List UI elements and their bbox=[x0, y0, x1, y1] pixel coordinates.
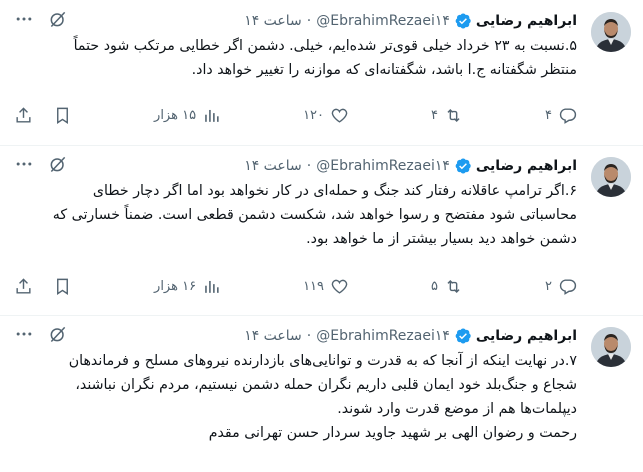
avatar[interactable] bbox=[591, 327, 631, 367]
tweet-feed: ابراهیم رضایی @EbrahimRezaei۱۴ · ساعت ۱۴ bbox=[0, 0, 643, 472]
author-handle[interactable]: @EbrahimRezaei۱۴ bbox=[316, 158, 450, 174]
more-icon[interactable] bbox=[14, 324, 34, 348]
tweet-text-line: محاسباتی شود مفتضح و رسوا خواهد شد، شکست… bbox=[52, 207, 577, 223]
avatar[interactable] bbox=[591, 12, 631, 52]
like-count: ۱۱۹ bbox=[303, 279, 325, 294]
tweet-text-line: دیپلمات‌ها هم از موضع قدرت وارد شوند. bbox=[337, 401, 577, 417]
avatar-image bbox=[591, 12, 631, 52]
repost-count: ۵ bbox=[431, 279, 439, 294]
timestamp[interactable]: ساعت ۱۴ bbox=[244, 158, 302, 174]
tweet-text-line: شجاع و جنگ‌بلد خود ایمان قلبی داریم نگرا… bbox=[75, 377, 577, 393]
reply-button[interactable]: ۲ bbox=[545, 277, 577, 296]
separator-dot: · bbox=[306, 158, 312, 174]
verified-badge-icon bbox=[454, 12, 472, 30]
share-icon[interactable] bbox=[14, 106, 33, 125]
grok-icon[interactable] bbox=[48, 154, 68, 178]
separator-dot: · bbox=[306, 13, 312, 29]
tweet-text: ۶.اگر ترامپ عاقلانه رفتار کند جنگ و حمله… bbox=[14, 179, 577, 251]
tweet-text: ۵.نسبت به ۲۳ خرداد خیلی قوی‌تر شده‌ایم، … bbox=[14, 34, 577, 82]
more-icon[interactable] bbox=[14, 154, 34, 178]
tweet-text-line: منتظر شگفتانه ج.ا باشد، شگفتانه‌ای که مو… bbox=[191, 62, 577, 78]
tweet-text-line: ۵.نسبت به ۲۳ خرداد خیلی قوی‌تر شده‌ایم، … bbox=[73, 38, 577, 54]
like-icon bbox=[331, 279, 348, 294]
grok-icon[interactable] bbox=[48, 9, 68, 33]
tweet-header: ابراهیم رضایی @EbrahimRezaei۱۴ · ساعت ۱۴ bbox=[14, 325, 577, 347]
bookmark-icon[interactable] bbox=[53, 106, 72, 125]
tweet[interactable]: ابراهیم رضایی @EbrahimRezaei۱۴ · ساعت ۱۴ bbox=[0, 0, 643, 146]
author-name[interactable]: ابراهیم رضایی bbox=[476, 13, 577, 29]
bookmark-icon[interactable] bbox=[53, 277, 72, 296]
like-count: ۱۲۰ bbox=[303, 108, 325, 123]
repost-icon bbox=[447, 108, 460, 123]
author-name[interactable]: ابراهیم رضایی bbox=[476, 158, 577, 174]
views-icon bbox=[205, 280, 219, 293]
reply-icon bbox=[559, 279, 577, 295]
tweet-text-line: دشمن خواهد دید بسیار بیشتر از ما خواهد ب… bbox=[306, 231, 577, 247]
avatar-image bbox=[591, 157, 631, 197]
timestamp[interactable]: ساعت ۱۴ bbox=[244, 13, 302, 29]
grok-icon[interactable] bbox=[48, 324, 68, 348]
views-count: ۱۶ هزار bbox=[154, 279, 197, 294]
repost-button[interactable]: ۵ bbox=[431, 277, 463, 296]
tweet-header: ابراهیم رضایی @EbrahimRezaei۱۴ · ساعت ۱۴ bbox=[14, 10, 577, 32]
like-button[interactable]: ۱۱۹ bbox=[303, 277, 349, 296]
separator-dot: · bbox=[306, 328, 312, 344]
reply-icon bbox=[559, 108, 577, 124]
views-count: ۱۵ هزار bbox=[154, 108, 197, 123]
share-icon[interactable] bbox=[14, 277, 33, 296]
tweet[interactable]: ابراهیم رضایی @EbrahimRezaei۱۴ · ساعت ۱۴ bbox=[0, 145, 643, 316]
tweet[interactable]: ابراهیم رضایی @EbrahimRezaei۱۴ · ساعت ۱۴ bbox=[0, 315, 643, 472]
repost-button[interactable]: ۴ bbox=[431, 106, 463, 125]
tweet-text-line: رحمت و رضوان الهی بر شهید جاوید سردار حس… bbox=[208, 425, 577, 441]
tweet-text-line: ۷.در نهایت اینکه از آنجا که به قدرت و تو… bbox=[68, 353, 577, 369]
action-bar: ۴ ۴ ۱۲۰ ۱۵ هزار bbox=[14, 106, 577, 125]
tweet-text-line: ۶.اگر ترامپ عاقلانه رفتار کند جنگ و حمله… bbox=[92, 183, 577, 199]
reply-count: ۴ bbox=[545, 108, 552, 123]
views-button[interactable]: ۱۵ هزار bbox=[154, 106, 221, 125]
verified-badge-icon bbox=[454, 327, 472, 345]
author-handle[interactable]: @EbrahimRezaei۱۴ bbox=[316, 328, 450, 344]
like-icon bbox=[331, 108, 348, 123]
verified-badge-icon bbox=[454, 157, 472, 175]
tweet-header: ابراهیم رضایی @EbrahimRezaei۱۴ · ساعت ۱۴ bbox=[14, 155, 577, 177]
avatar[interactable] bbox=[591, 157, 631, 197]
repost-icon bbox=[447, 279, 460, 294]
timestamp[interactable]: ساعت ۱۴ bbox=[244, 328, 302, 344]
tweet-text: ۷.در نهایت اینکه از آنجا که به قدرت و تو… bbox=[14, 349, 577, 445]
repost-count: ۴ bbox=[431, 108, 439, 123]
author-handle[interactable]: @EbrahimRezaei۱۴ bbox=[316, 13, 450, 29]
views-button[interactable]: ۱۶ هزار bbox=[154, 277, 221, 296]
author-name[interactable]: ابراهیم رضایی bbox=[476, 328, 577, 344]
more-icon[interactable] bbox=[14, 9, 34, 33]
reply-count: ۲ bbox=[545, 279, 552, 294]
action-bar: ۲ ۵ ۱۱۹ ۱۶ هزار bbox=[14, 277, 577, 296]
avatar-image bbox=[591, 327, 631, 367]
views-icon bbox=[205, 109, 219, 122]
reply-button[interactable]: ۴ bbox=[545, 106, 577, 125]
like-button[interactable]: ۱۲۰ bbox=[303, 106, 349, 125]
